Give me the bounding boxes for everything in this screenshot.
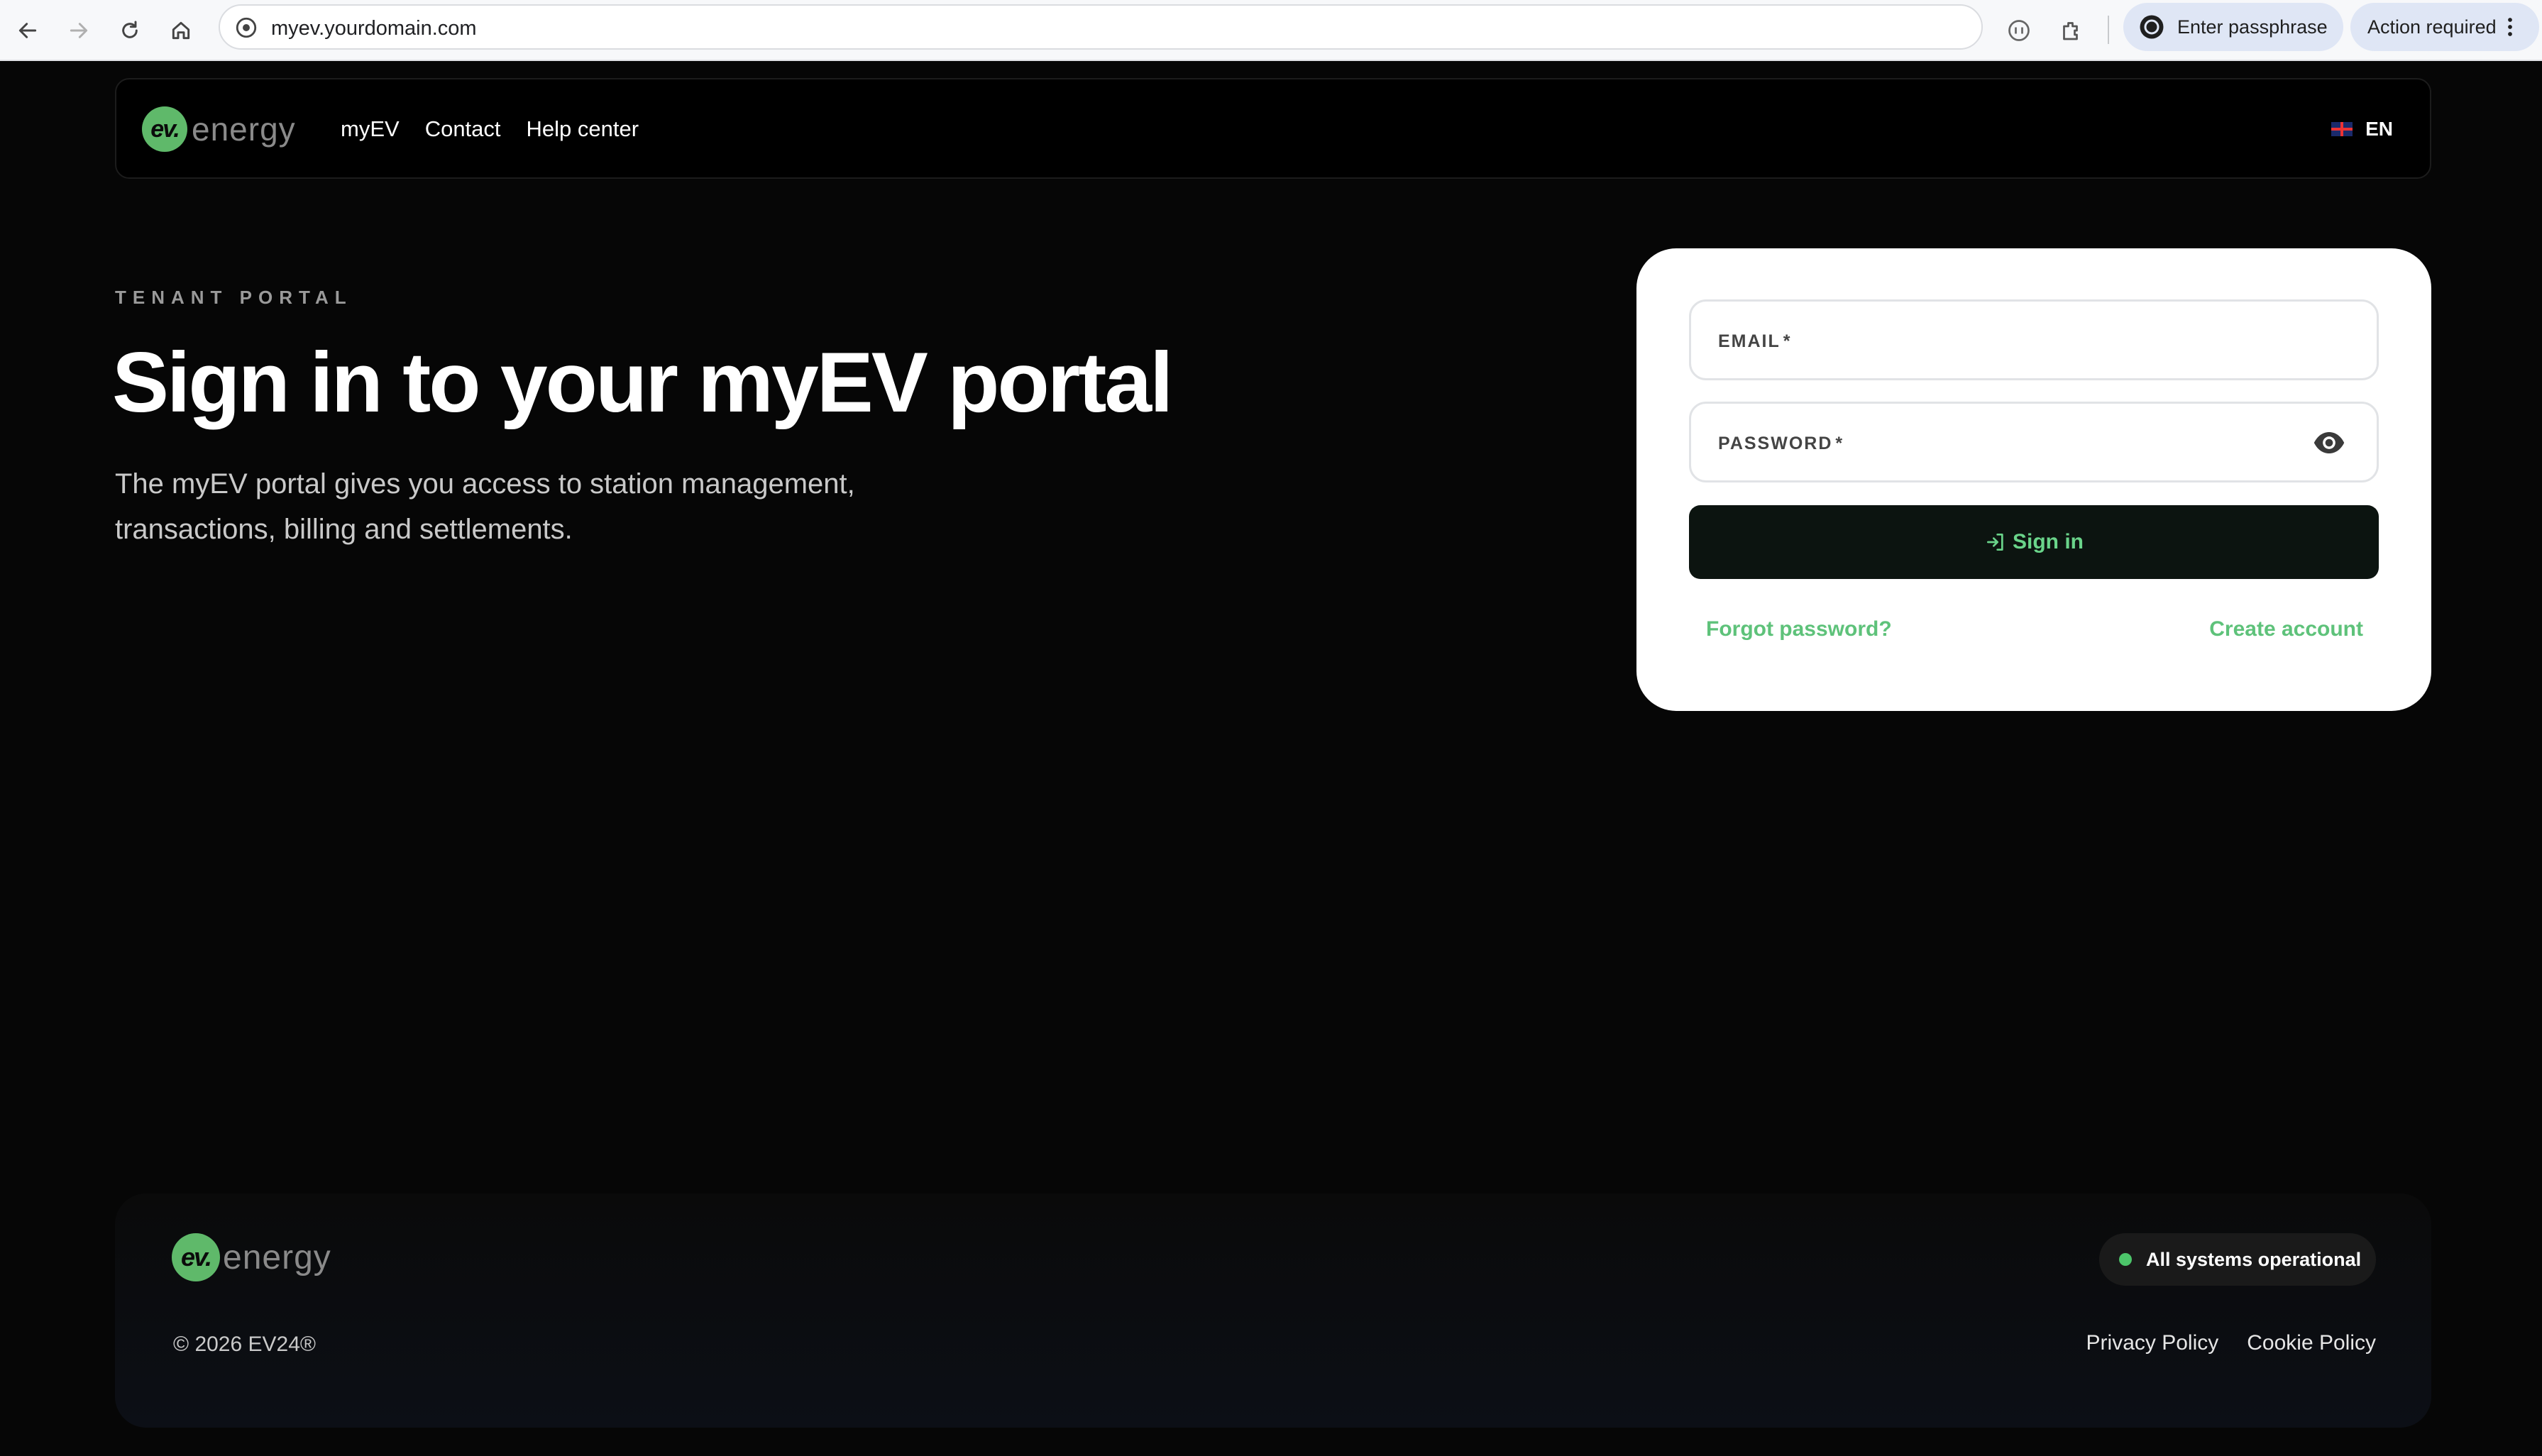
login-card: EMAIL * PASSWORD * Sign in Forgot password… xyxy=(1636,248,2431,711)
footer-logo[interactable]: ev. energy xyxy=(172,1233,331,1281)
page-title: Sign in to your myEV portal xyxy=(112,335,1173,430)
sign-in-button[interactable]: Sign in xyxy=(1689,505,2379,579)
reader-icon[interactable] xyxy=(2000,11,2038,50)
extensions-icon[interactable] xyxy=(2052,11,2091,50)
home-icon[interactable] xyxy=(162,11,200,50)
cookie-policy-link[interactable]: Cookie Policy xyxy=(2247,1331,2376,1355)
passphrase-button[interactable]: Enter passphrase xyxy=(2123,3,2343,51)
action-required-button[interactable]: Action required xyxy=(2350,3,2539,51)
action-required-label: Action required xyxy=(2367,16,2497,38)
nav-link-help-center[interactable]: Help center xyxy=(527,116,639,142)
site-footer: ev. energy All systems operational © 202… xyxy=(115,1193,2431,1428)
toolbar-divider xyxy=(2108,16,2109,44)
forward-arrow-icon[interactable] xyxy=(60,11,98,50)
header-logo[interactable]: ev. energy xyxy=(142,106,296,152)
privacy-policy-link[interactable]: Privacy Policy xyxy=(2086,1331,2219,1355)
url-text: myev.yourdomain.com xyxy=(271,17,477,40)
required-mark: * xyxy=(1783,331,1792,351)
logo-badge: ev. xyxy=(172,1233,220,1281)
eyebrow-label: TENANT PORTAL xyxy=(115,287,353,308)
show-password-eye-icon[interactable] xyxy=(2313,430,2345,456)
forgot-password-link[interactable]: Forgot password? xyxy=(1706,617,1892,641)
logo-wordmark: energy xyxy=(192,111,296,148)
site-info-icon[interactable] xyxy=(234,16,258,40)
site-header: ev. energy myEV Contact Help center EN xyxy=(115,78,2431,179)
kebab-menu-icon xyxy=(2507,18,2512,36)
main-nav: myEV Contact Help center xyxy=(341,116,664,142)
sign-in-icon xyxy=(1987,534,2003,551)
system-status-badge[interactable]: All systems operational xyxy=(2099,1233,2376,1286)
email-field[interactable]: EMAIL * xyxy=(1689,299,2379,380)
passphrase-label: Enter passphrase xyxy=(2177,16,2328,38)
password-label: PASSWORD * xyxy=(1718,434,1844,454)
page-subtitle: The myEV portal gives you access to stat… xyxy=(115,468,855,545)
logo-badge: ev. xyxy=(142,106,187,152)
uk-flag-icon xyxy=(2331,122,2353,136)
required-mark: * xyxy=(1835,434,1844,453)
email-label-text: EMAIL xyxy=(1718,331,1781,351)
nav-link-myev[interactable]: myEV xyxy=(341,116,400,142)
language-code: EN xyxy=(2365,118,2393,140)
status-dot-icon xyxy=(2119,1253,2132,1266)
status-text: All systems operational xyxy=(2146,1248,2362,1270)
email-label: EMAIL * xyxy=(1718,331,1792,352)
footer-links: Privacy Policy Cookie Policy xyxy=(2058,1331,2376,1355)
reload-icon[interactable] xyxy=(111,11,149,50)
copyright: © 2026 EV24® xyxy=(173,1333,317,1356)
sign-in-label: Sign in xyxy=(2013,530,2084,553)
create-account-link[interactable]: Create account xyxy=(2209,617,2363,641)
back-arrow-icon[interactable] xyxy=(9,11,47,50)
nav-link-contact[interactable]: Contact xyxy=(425,116,501,142)
browser-toolbar: myev.yourdomain.com Enter passphrase Act… xyxy=(0,0,2542,61)
password-field[interactable]: PASSWORD * xyxy=(1689,402,2379,482)
address-bar[interactable]: myev.yourdomain.com xyxy=(219,4,1983,50)
language-selector[interactable]: EN xyxy=(2331,118,2393,140)
password-label-text: PASSWORD xyxy=(1718,434,1833,453)
logo-wordmark: energy xyxy=(223,1238,331,1276)
profile-icon xyxy=(2140,15,2164,39)
